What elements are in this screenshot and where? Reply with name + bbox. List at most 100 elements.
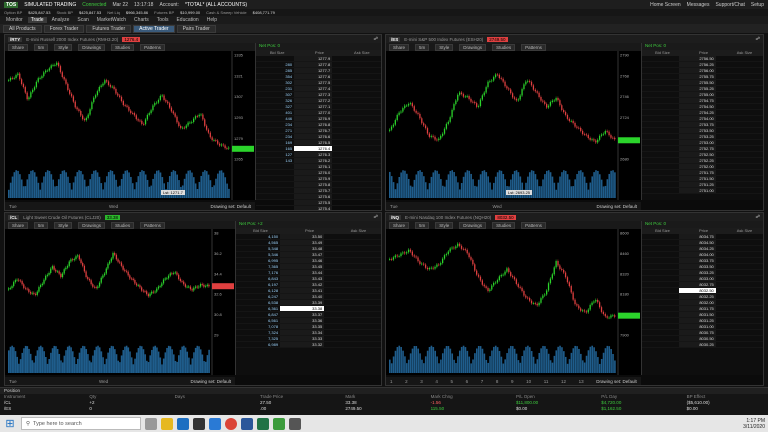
ask-size-cell[interactable]	[332, 74, 381, 79]
ask-size-cell[interactable]	[332, 158, 381, 163]
patterns-button[interactable]: Patterns	[521, 221, 546, 229]
ask-size-cell[interactable]	[324, 294, 381, 299]
bid-size-cell[interactable]	[642, 264, 679, 269]
file-explorer-icon[interactable]	[161, 417, 173, 430]
bid-size-cell[interactable]	[642, 252, 679, 257]
taskbar-clock[interactable]: 1:17 PM 3/11/2020	[743, 418, 765, 430]
chrome-icon[interactable]	[225, 417, 237, 430]
ask-size-cell[interactable]	[716, 264, 763, 269]
ask-size-cell[interactable]	[324, 246, 381, 251]
ask-size-cell[interactable]	[716, 176, 763, 181]
bid-size-cell[interactable]: 271	[256, 128, 294, 133]
price-chart[interactable]: 38 36.2 34.4 32.6 30.8 29	[5, 229, 235, 375]
ask-size-cell[interactable]	[332, 140, 381, 145]
ask-size-cell[interactable]	[716, 134, 763, 139]
ask-size-cell[interactable]	[324, 258, 381, 263]
bid-size-cell[interactable]: 5,346	[236, 252, 280, 257]
ask-size-cell[interactable]	[332, 86, 381, 91]
ask-size-cell[interactable]	[332, 68, 381, 73]
ask-size-cell[interactable]	[716, 170, 763, 175]
bid-size-cell[interactable]: 446	[256, 116, 294, 121]
price-chart[interactable]: 279027682746272427022680Lst: 2693.25	[386, 51, 641, 200]
ask-size-cell[interactable]	[716, 68, 763, 73]
ask-size-cell[interactable]	[716, 300, 763, 305]
ask-size-cell[interactable]	[716, 306, 763, 311]
drawings-button[interactable]: Drawings	[78, 43, 106, 51]
ask-size-cell[interactable]	[716, 74, 763, 79]
ask-size-cell[interactable]	[716, 152, 763, 157]
messages-link[interactable]: Messages	[687, 2, 710, 8]
ask-size-cell[interactable]	[332, 98, 381, 103]
bid-size-cell[interactable]	[642, 330, 679, 335]
ask-size-cell[interactable]	[716, 252, 763, 257]
taskbar-search-input[interactable]: ⚲ Type here to search	[21, 417, 141, 430]
tab-pairs-trader[interactable]: Pairs Trader	[176, 24, 216, 33]
bid-size-cell[interactable]	[642, 170, 679, 175]
bid-size-cell[interactable]	[642, 164, 679, 169]
drawing-set-selector[interactable]: Drawing set: Default	[210, 204, 251, 209]
ask-size-cell[interactable]	[332, 104, 381, 109]
ask-size-cell[interactable]	[332, 128, 381, 133]
ask-size-cell[interactable]	[716, 342, 763, 347]
ask-size-cell[interactable]	[716, 158, 763, 163]
table-row[interactable]: /ES 0 .00 2749.50 115.50 $0.00 $1,162.50 $0.00	[0, 406, 768, 412]
menu-tools[interactable]: Tools	[154, 17, 172, 23]
ask-size-cell[interactable]	[332, 92, 381, 97]
bid-size-cell[interactable]: 7,078	[236, 324, 280, 329]
bid-size-cell[interactable]	[642, 176, 679, 181]
bid-size-cell[interactable]	[642, 80, 679, 85]
ask-size-cell[interactable]	[716, 276, 763, 281]
task-view-icon[interactable]	[145, 417, 157, 430]
bid-size-cell[interactable]	[642, 342, 679, 347]
timeframe-selector[interactable]: 5m	[415, 43, 430, 51]
ask-size-cell[interactable]	[716, 92, 763, 97]
account-selector[interactable]: *TOTAL* (ALL ACCOUNTS)	[185, 2, 247, 8]
ladder-row[interactable]: 8030.25	[642, 342, 763, 348]
ask-size-cell[interactable]	[716, 110, 763, 115]
price-chart[interactable]: 860084608320818080407900	[386, 229, 641, 375]
menu-education[interactable]: Education	[173, 17, 201, 23]
timeframe-selector[interactable]: 5m	[34, 43, 49, 51]
bid-size-cell[interactable]: 326	[256, 98, 294, 103]
ask-size-cell[interactable]	[324, 264, 381, 269]
bid-size-cell[interactable]: 6,995	[236, 258, 280, 263]
ask-size-cell[interactable]	[332, 170, 381, 175]
windows-start-icon[interactable]: ⊞	[3, 417, 17, 431]
ask-size-cell[interactable]	[716, 318, 763, 323]
ask-size-cell[interactable]	[332, 206, 381, 210]
bid-size-cell[interactable]: 6,128	[236, 288, 280, 293]
ask-size-cell[interactable]	[324, 276, 381, 281]
price-ladder[interactable]: Net Pos: 0 Bid Size Price Ask Size 2756.50 27…	[641, 43, 763, 200]
bid-size-cell[interactable]: 234	[256, 122, 294, 127]
ladder-row[interactable]: 2751.00	[642, 188, 763, 194]
bid-size-cell[interactable]	[642, 246, 679, 251]
bid-size-cell[interactable]: 280	[256, 62, 294, 67]
ask-size-cell[interactable]	[324, 234, 381, 239]
menu-trade[interactable]: Trade	[27, 17, 47, 23]
price-ladder[interactable]: Net Pos: 0 Bid Size Price Ask Size 8034.75 80…	[641, 221, 763, 375]
ask-size-cell[interactable]	[324, 240, 381, 245]
ask-size-cell[interactable]	[716, 234, 763, 239]
bid-size-cell[interactable]: 127	[256, 152, 294, 157]
bid-size-cell[interactable]: 165	[256, 146, 294, 151]
symbol-selector[interactable]: /ES	[389, 36, 401, 42]
studies-button[interactable]: Studies	[492, 43, 516, 51]
bid-size-cell[interactable]	[256, 200, 294, 205]
ask-size-cell[interactable]	[716, 324, 763, 329]
ask-size-cell[interactable]	[716, 98, 763, 103]
bid-size-cell[interactable]	[256, 56, 294, 61]
symbol-selector[interactable]: /CL	[8, 214, 20, 220]
bid-size-cell[interactable]	[642, 282, 679, 287]
ask-size-cell[interactable]	[332, 116, 381, 121]
bid-size-cell[interactable]	[642, 300, 679, 305]
ask-size-cell[interactable]	[716, 104, 763, 109]
mail-icon[interactable]	[209, 417, 221, 430]
ask-size-cell[interactable]	[716, 246, 763, 251]
ask-size-cell[interactable]	[716, 270, 763, 275]
ask-size-cell[interactable]	[716, 80, 763, 85]
tab-all-products[interactable]: All Products	[3, 24, 42, 33]
tab-active-trader[interactable]: Active Trader	[133, 24, 175, 33]
bid-size-cell[interactable]	[642, 128, 679, 133]
bid-size-cell[interactable]	[642, 152, 679, 157]
menu-charts[interactable]: Charts	[131, 17, 152, 23]
